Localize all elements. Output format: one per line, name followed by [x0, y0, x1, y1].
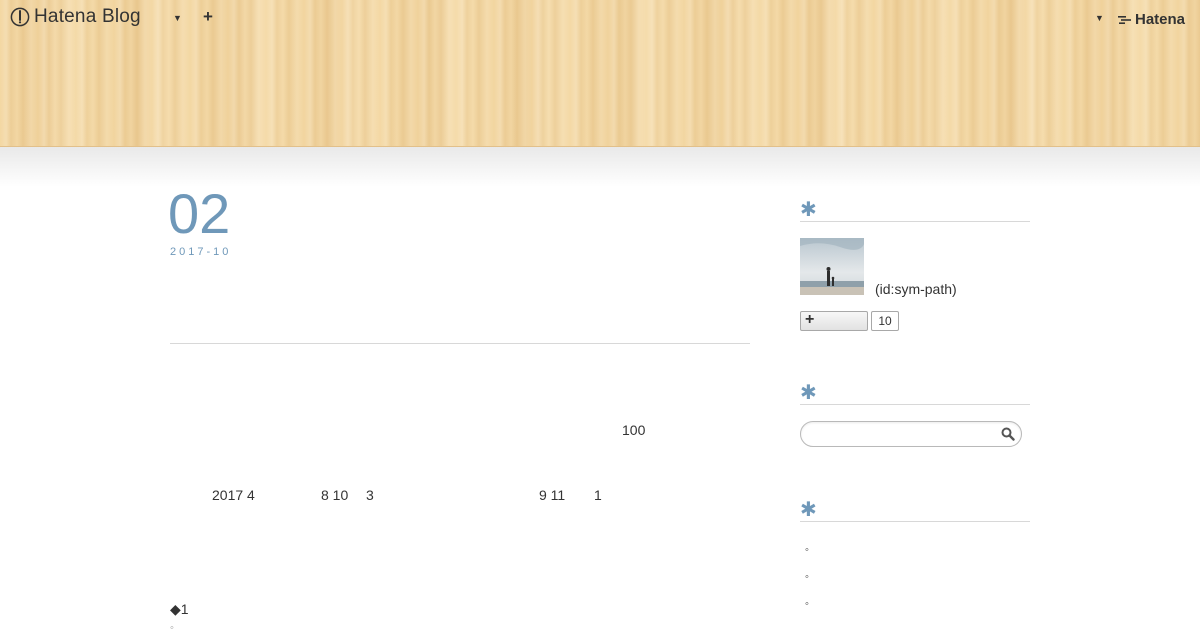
sidebar-list-heading: ✱	[800, 499, 1030, 522]
profile-user-id[interactable]: (id:sym-path)	[875, 281, 957, 297]
follow-plus-icon: +	[805, 311, 815, 328]
entry-text-3: 3	[366, 487, 374, 503]
header-shadow	[0, 147, 1200, 187]
entry-text-9-11: 9 11	[539, 487, 566, 503]
sidebar-list-bullet: ◦	[805, 571, 809, 583]
entry-text-1: 1	[594, 487, 602, 503]
beach-photo-icon	[800, 238, 864, 295]
search-input[interactable]	[811, 425, 995, 445]
global-header-bar: Hatena Blog ▼ + ▼ Hatena	[0, 0, 1200, 36]
sidebar-profile-heading: ✱	[800, 199, 1030, 222]
entry-text-8-10: 8 10	[321, 487, 349, 503]
hatena-blog-pen-icon	[10, 7, 30, 27]
brand-name: Hatena Blog	[34, 6, 141, 27]
entry-date-year-month[interactable]: 2017-10	[170, 246, 231, 258]
hatena-link[interactable]: Hatena	[1118, 11, 1185, 28]
entry-list-item-1: ◆1	[170, 601, 189, 617]
entry-text-year: 2017 4	[212, 487, 255, 503]
user-menu-caret-icon[interactable]: ▼	[1095, 13, 1104, 23]
follower-count[interactable]: 10	[871, 311, 899, 331]
hatena-label: Hatena	[1135, 11, 1186, 28]
sidebar-list-bullet: ◦	[805, 544, 809, 556]
profile-avatar[interactable]	[800, 238, 864, 295]
sidebar-search-heading: ✱	[800, 382, 1030, 405]
section-asterisk-icon: ✱	[800, 382, 817, 404]
blog-menu-caret-icon[interactable]: ▼	[173, 13, 182, 23]
hatena-blog-logo[interactable]: Hatena Blog	[10, 6, 141, 28]
entry-next-bullet: ◦	[170, 622, 174, 634]
hatena-dots-icon	[1118, 15, 1131, 24]
section-asterisk-icon: ✱	[800, 199, 817, 221]
section-asterisk-icon: ✱	[800, 499, 817, 521]
entry-date-day[interactable]: 02	[168, 184, 230, 244]
sidebar-list-bullet: ◦	[805, 598, 809, 610]
follow-button[interactable]: +	[800, 311, 868, 331]
search-box[interactable]	[800, 421, 1022, 447]
entry-text-100: 100	[622, 422, 646, 438]
new-entry-button[interactable]: +	[203, 7, 213, 27]
entry-title-divider	[170, 343, 750, 344]
search-icon[interactable]	[1001, 427, 1015, 441]
